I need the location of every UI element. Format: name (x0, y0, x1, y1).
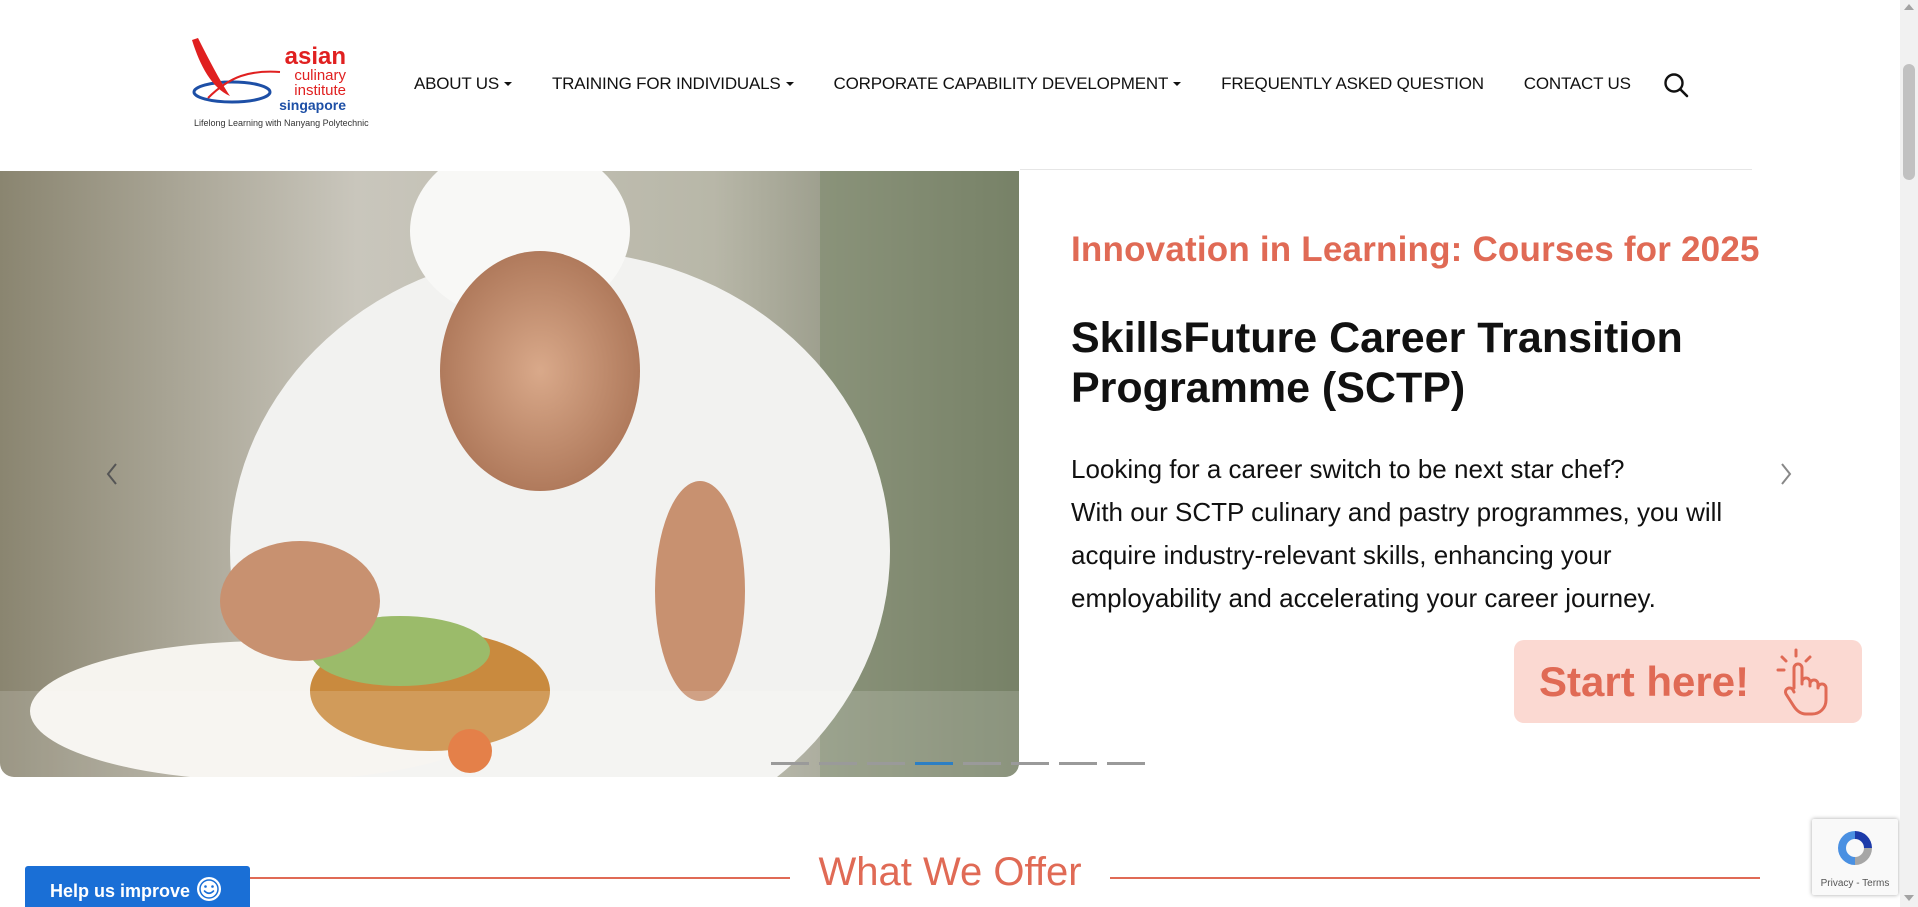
main-nav: ABOUT US TRAINING FOR INDIVIDUALS CORPOR… (414, 74, 1671, 94)
hero-title: SkillsFuture Career Transition Programme… (1071, 314, 1683, 412)
nav-label: CORPORATE CAPABILITY DEVELOPMENT (833, 74, 1169, 93)
aci-logo[interactable]: asian culinary institute singapore Lifel… (190, 36, 369, 132)
help-us-improve-button[interactable]: Help us improve (25, 866, 250, 907)
section-divider-right (1110, 877, 1760, 879)
carousel-indicator[interactable] (963, 762, 1001, 765)
logo-swoosh-icon (192, 38, 281, 104)
page-scrollbar[interactable] (1900, 0, 1918, 907)
recaptcha-badge[interactable]: Privacy - Terms (1812, 819, 1898, 895)
carousel-prev-button[interactable] (100, 456, 124, 492)
search-button[interactable] (1662, 71, 1690, 99)
carousel-indicator[interactable] (1011, 762, 1049, 765)
hero-body: Looking for a career switch to be next s… (1071, 448, 1791, 620)
logo-line-institute: institute (294, 82, 346, 99)
nav-item-training-for-individuals[interactable]: TRAINING FOR INDIVIDUALS (552, 74, 794, 94)
logo-line-singapore: singapore (279, 97, 346, 113)
carousel-indicators (771, 762, 1145, 765)
caret-down-icon (504, 82, 512, 86)
pointing-hand-icon (1776, 648, 1828, 716)
hero-body-line: With our SCTP culinary and pastry progra… (1071, 497, 1723, 527)
nav-label: FREQUENTLY ASKED QUESTION (1221, 74, 1484, 93)
scrollbar-thumb[interactable] (1903, 64, 1915, 180)
logo-tagline: Lifelong Learning with Nanyang Polytechn… (194, 118, 369, 128)
carousel-indicator[interactable] (1107, 762, 1145, 765)
start-here-button[interactable]: Start here! (1514, 640, 1862, 723)
recaptcha-icon (1838, 831, 1872, 865)
site-header: asian culinary institute singapore Lifel… (0, 0, 1900, 170)
nav-item-contact-us[interactable]: CONTACT US (1524, 74, 1631, 94)
scroll-down-arrow-icon[interactable] (1904, 895, 1914, 901)
nav-label: TRAINING FOR INDIVIDUALS (552, 74, 781, 93)
chevron-left-icon (106, 463, 117, 485)
caret-down-icon (785, 82, 794, 86)
carousel-indicator[interactable] (819, 762, 857, 765)
hero-body-line: Looking for a career switch to be next s… (1071, 454, 1625, 484)
hero-kicker: Innovation in Learning: Courses for 2025 (1071, 230, 1760, 269)
nav-label: CONTACT US (1523, 74, 1631, 93)
hero-body-line: employability and accelerating your care… (1071, 583, 1656, 613)
logo-line-culinary: culinary (294, 67, 346, 84)
logo-line-asian: asian (284, 43, 346, 70)
smiley-icon (197, 877, 221, 901)
caret-down-icon (1173, 82, 1182, 86)
hero-chef-image (0, 171, 1019, 777)
hero-body-line: acquire industry-relevant skills, enhanc… (1071, 540, 1612, 570)
recaptcha-links[interactable]: Privacy - Terms (1812, 878, 1898, 889)
carousel-indicator[interactable] (771, 762, 809, 765)
carousel-indicator[interactable] (1059, 762, 1097, 765)
scroll-up-arrow-icon[interactable] (1904, 4, 1914, 10)
start-here-label: Start here! (1539, 658, 1750, 705)
nav-label: ABOUT US (414, 74, 499, 93)
section-divider-left (250, 877, 790, 879)
carousel-indicator[interactable] (867, 762, 905, 765)
nav-item-corporate-capability-development[interactable]: CORPORATE CAPABILITY DEVELOPMENT (834, 74, 1182, 94)
carousel-indicator-active[interactable] (915, 762, 953, 765)
nav-item-faq[interactable]: FREQUENTLY ASKED QUESTION (1221, 74, 1484, 94)
help-us-improve-label: Help us improve (50, 881, 191, 901)
nav-item-about-us[interactable]: ABOUT US (414, 74, 512, 94)
search-icon (1664, 73, 1689, 98)
section-title: What We Offer (818, 850, 1082, 894)
header-divider (1020, 169, 1752, 170)
